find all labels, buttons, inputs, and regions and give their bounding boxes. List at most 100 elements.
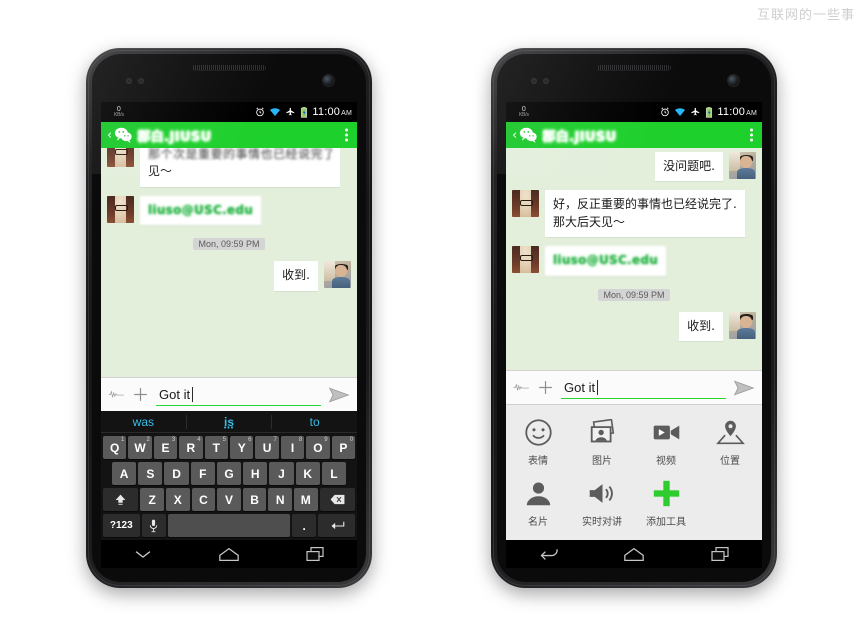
avatar-her[interactable] <box>107 195 134 223</box>
key-g[interactable]: G <box>216 462 242 485</box>
status-icons: 11:00AM <box>255 106 352 118</box>
avatar-her[interactable] <box>512 246 539 274</box>
message-bubble[interactable]: 好，反正重要的事情也已经说完了. 那大后天见～ <box>545 190 745 238</box>
overflow-menu-icon[interactable] <box>750 128 753 142</box>
text-caret <box>192 386 194 402</box>
send-arrow-icon[interactable] <box>733 379 755 397</box>
key-m[interactable]: M <box>293 488 318 511</box>
back-button[interactable] <box>524 544 573 564</box>
attachment-emoji[interactable]: 表情 <box>506 412 570 473</box>
avatar-him[interactable] <box>729 311 756 339</box>
message-bubble[interactable]: 收到. <box>274 261 318 291</box>
key-backspace[interactable] <box>319 488 355 511</box>
key-j[interactable]: J <box>269 462 294 485</box>
message-text-field[interactable]: Got it <box>561 377 726 399</box>
avatar-her[interactable] <box>512 190 539 218</box>
key-u[interactable]: U7 <box>255 436 279 459</box>
recents-button[interactable] <box>696 543 744 565</box>
attachment-panel: 表情 图片 视频 位置 名片 实时对讲 添加工具 <box>506 404 762 540</box>
key-k[interactable]: K <box>295 462 320 485</box>
timestamp-label: Mon, 09:59 PM <box>598 288 670 301</box>
attachment-add-tools[interactable]: 添加工具 <box>634 473 698 534</box>
keyboard-suggestion-strip: was is ••• to <box>101 411 357 433</box>
soft-keyboard[interactable]: was is ••• to Q1W2E3R4T5Y6U7I8O9P0 ASDFGH… <box>101 411 357 540</box>
chat-message-list-left[interactable]: 那个次是重要的事情也已经说完了那大后天 见～ liuso@USC.edu Mon… <box>101 148 357 377</box>
key-i[interactable]: I8 <box>280 436 305 459</box>
key-p[interactable]: P0 <box>331 436 356 459</box>
key-a[interactable]: A <box>112 462 137 485</box>
attachment-walkie-talkie[interactable]: 实时对讲 <box>570 473 634 534</box>
network-speed-indicator: 0 KB/s <box>114 106 124 118</box>
plus-icon[interactable] <box>537 379 554 396</box>
attachment-location[interactable]: 位置 <box>698 412 762 473</box>
attachment-photos[interactable]: 图片 <box>570 412 634 473</box>
message-text-field[interactable]: Got it <box>156 384 321 406</box>
key-b[interactable]: B <box>242 488 267 511</box>
key-t[interactable]: T5 <box>204 436 228 459</box>
key-o[interactable]: O9 <box>306 436 330 459</box>
key-enter[interactable] <box>318 514 355 537</box>
key-y[interactable]: Y6 <box>230 436 254 459</box>
key-space[interactable] <box>168 514 290 537</box>
home-button[interactable] <box>204 544 254 565</box>
avatar-him[interactable] <box>729 152 756 179</box>
message-bubble[interactable]: 没问题吧. <box>655 152 723 182</box>
attachment-label: 视频 <box>656 456 676 467</box>
hide-keyboard-button[interactable] <box>119 545 167 563</box>
photos-icon <box>588 417 617 448</box>
message-bubble[interactable]: 那个次是重要的事情也已经说完了那大后天 见～ <box>140 148 340 187</box>
suggestion-1[interactable]: is ••• <box>185 414 272 432</box>
overflow-menu-icon[interactable] <box>345 128 348 142</box>
key-n[interactable]: N <box>268 488 292 511</box>
message-input-value: Got it <box>564 379 596 395</box>
send-arrow-icon[interactable] <box>328 386 350 404</box>
key-d[interactable]: D <box>164 462 189 485</box>
recents-button[interactable] <box>291 543 339 565</box>
key-c[interactable]: C <box>191 488 216 511</box>
suggestion-0[interactable]: was <box>101 415 186 429</box>
avatar-him[interactable] <box>324 261 351 289</box>
back-icon <box>540 549 558 560</box>
plus-icon[interactable] <box>132 386 149 403</box>
key-l[interactable]: L <box>321 462 346 485</box>
key-microphone[interactable] <box>141 514 166 537</box>
airplane-icon <box>691 107 700 116</box>
wechat-logo-icon <box>520 127 537 143</box>
key-r[interactable]: R4 <box>179 436 203 459</box>
key-v[interactable]: V <box>217 488 241 511</box>
voice-waveform-icon[interactable] <box>513 381 530 394</box>
key-period[interactable]: . <box>292 514 317 537</box>
key-symbols[interactable]: ?123 <box>103 514 140 537</box>
back-chevron-icon[interactable]: ‹ <box>512 129 517 142</box>
attachment-contact-card[interactable]: 名片 <box>506 473 570 534</box>
key-w[interactable]: W2 <box>128 436 152 459</box>
message-bubble-link[interactable]: liuso@USC.edu <box>545 246 667 276</box>
key-s[interactable]: S <box>138 462 163 485</box>
chat-message-list-right[interactable]: 没问题吧. 好，反正重要的事情也已经说完了. 那大后天见～ liuso@USC.… <box>506 148 762 370</box>
airplane-icon <box>286 107 295 116</box>
chat-title: 郡白.JIUSU <box>542 129 617 145</box>
home-button[interactable] <box>609 544 659 565</box>
recents-icon <box>306 547 324 561</box>
chat-message-outgoing: 收到. <box>107 261 351 291</box>
phone-device-left: 0 KB/s 11:00AM ‹ 郡白.JIUSU 那个次是重要的事情也已经说完… <box>86 48 372 588</box>
key-f[interactable]: F <box>190 462 215 485</box>
message-input-bar: Got it <box>101 377 357 411</box>
key-q[interactable]: Q1 <box>102 436 127 459</box>
message-bubble[interactable]: 收到. <box>679 311 723 341</box>
message-text-blurred: 那个次是重要的事情也已经说完了那大后天 <box>148 148 332 161</box>
back-chevron-icon[interactable]: ‹ <box>107 129 112 142</box>
message-bubble-link[interactable]: liuso@USC.edu <box>140 195 262 226</box>
key-e[interactable]: E3 <box>153 436 178 459</box>
chat-title-bar: ‹ 郡白.JIUSU <box>101 122 357 148</box>
avatar-her[interactable] <box>107 148 134 167</box>
key-z[interactable]: Z <box>140 488 165 511</box>
front-camera <box>323 75 334 86</box>
key-shift[interactable] <box>103 488 139 511</box>
phone-screen-bezel-right: 0 KB/s 11:00AM ‹ 郡白.JIUSU 没问题吧. 好，反正重要的事… <box>497 54 771 582</box>
voice-waveform-icon[interactable] <box>108 388 125 401</box>
suggestion-2[interactable]: to <box>271 414 357 429</box>
key-x[interactable]: X <box>166 488 190 511</box>
key-h[interactable]: H <box>243 462 268 485</box>
attachment-video[interactable]: 视频 <box>634 412 698 473</box>
